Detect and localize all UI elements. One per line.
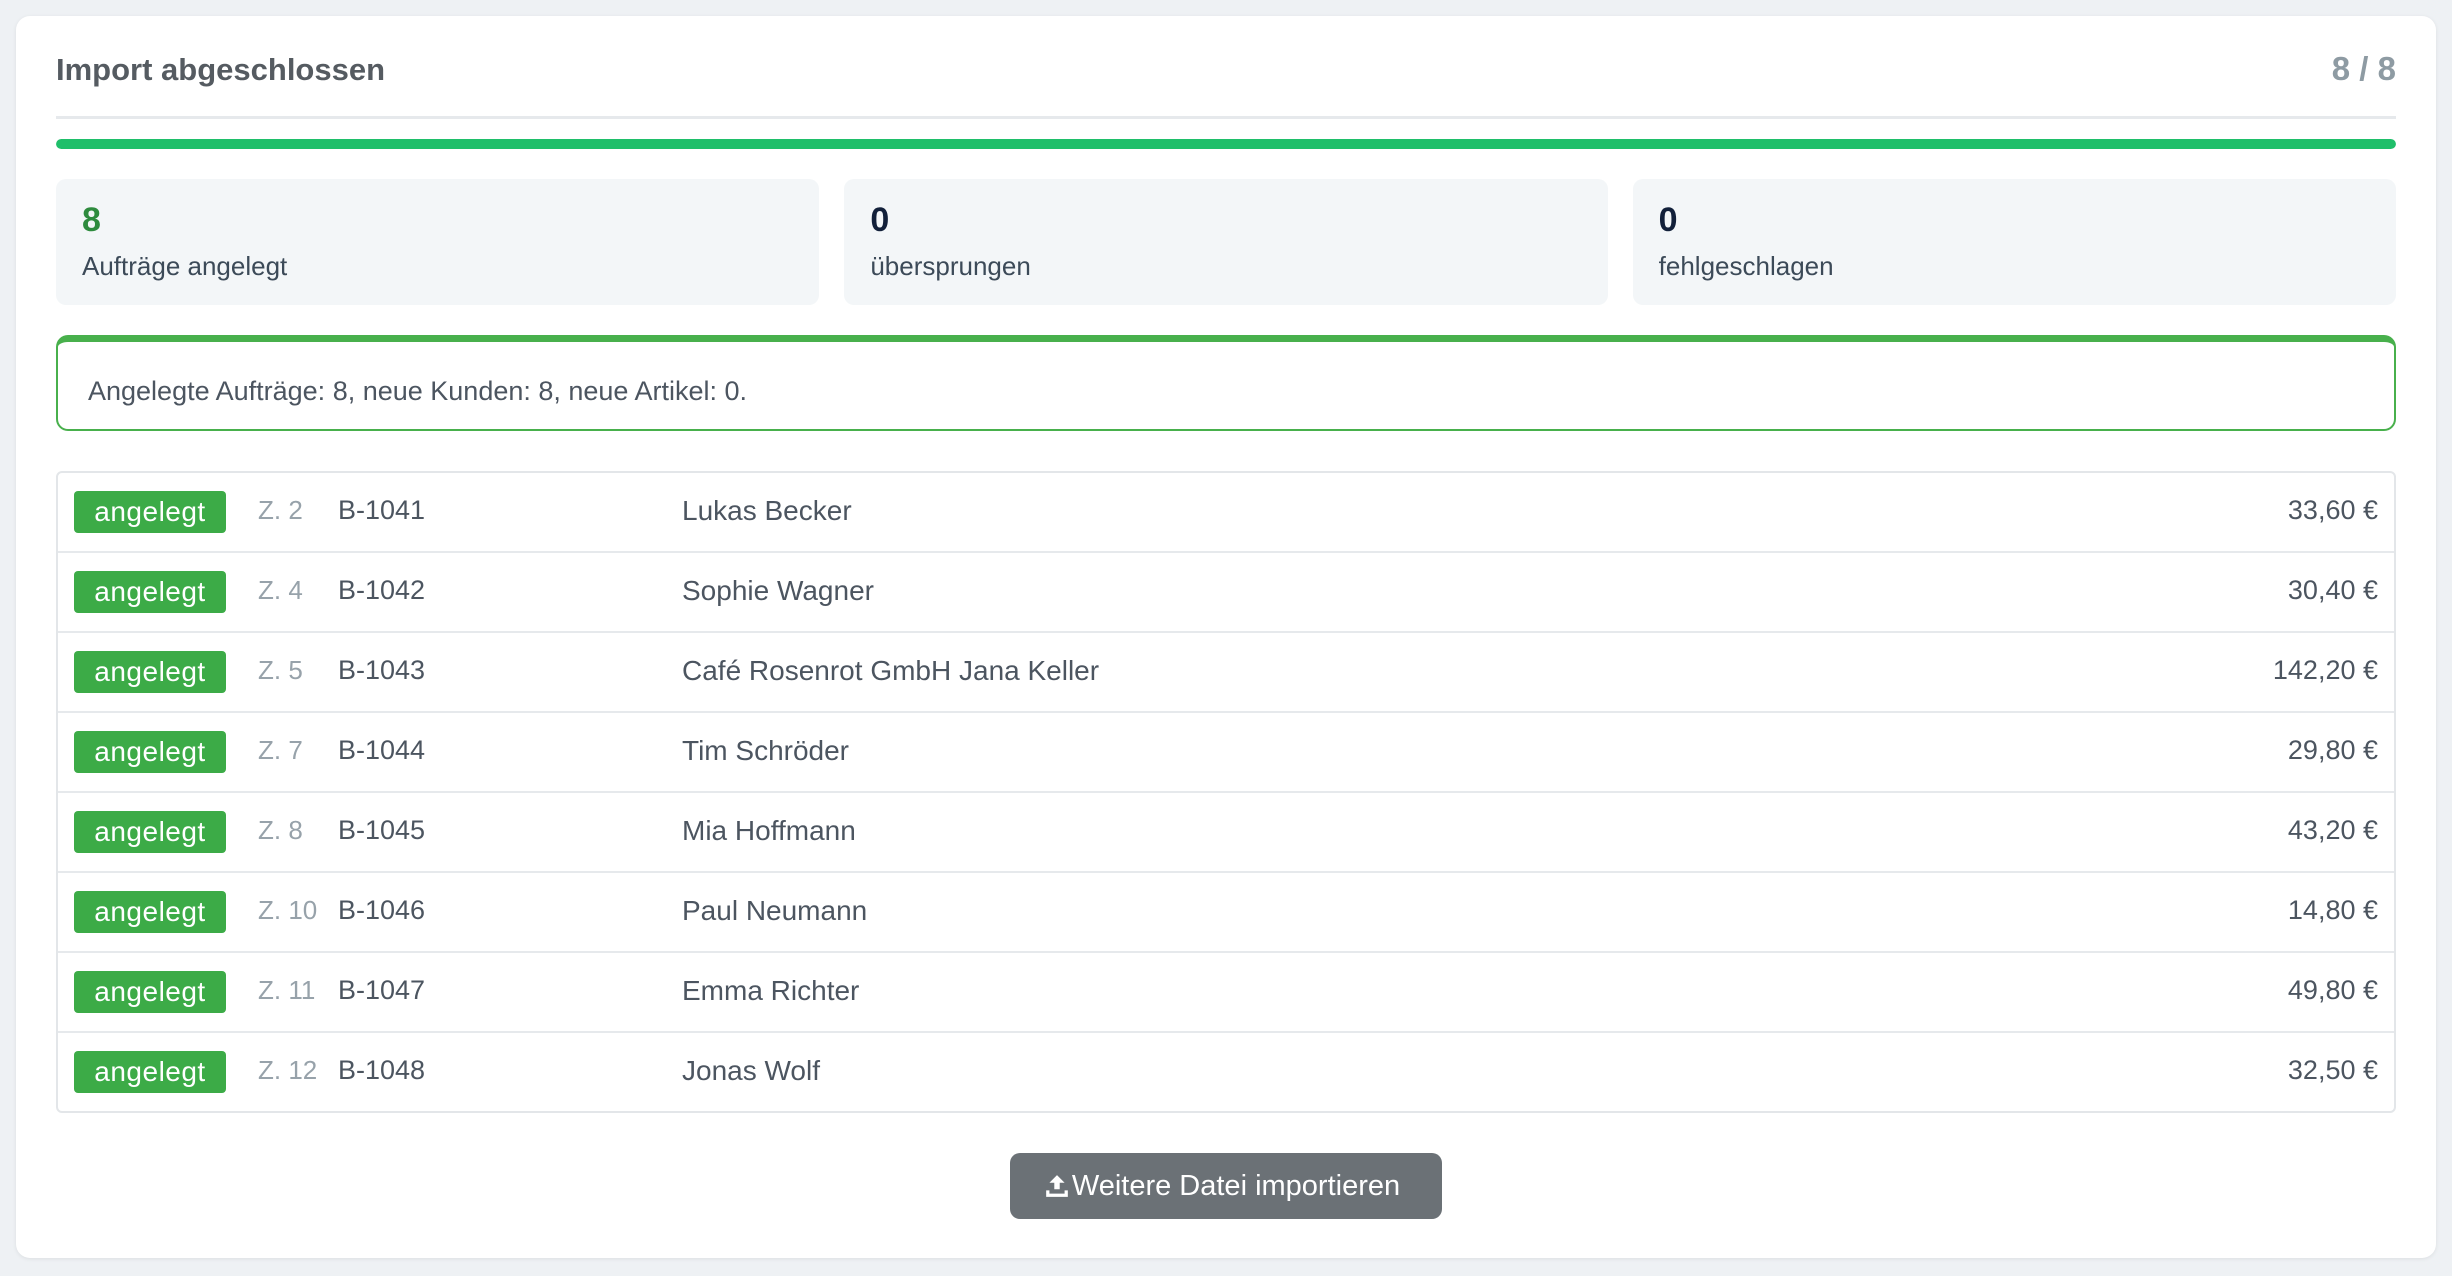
import-another-file-label: Weitere Datei importieren bbox=[1071, 1170, 1401, 1202]
stat-failed: 0 fehlgeschlagen bbox=[1632, 179, 2396, 305]
page-title: Import abgeschlossen bbox=[56, 52, 386, 87]
success-alert: Angelegte Aufträge: 8, neue Kunden: 8, n… bbox=[56, 335, 2396, 431]
customer-name: Sophie Wagner bbox=[682, 575, 874, 606]
customer-name: Jonas Wolf bbox=[682, 1055, 820, 1086]
status-badge: angelegt bbox=[74, 891, 226, 933]
customer-name: Tim Schröder bbox=[682, 735, 850, 766]
order-amount: 32,50 € bbox=[2287, 1055, 2378, 1085]
order-number: B-1042 bbox=[338, 575, 426, 605]
button-area: Weitere Datei importieren bbox=[56, 1113, 2396, 1237]
customer-name: Paul Neumann bbox=[682, 895, 868, 926]
order-number: B-1044 bbox=[338, 735, 426, 765]
stats-row: 8 Aufträge angelegt 0 übersprungen 0 feh… bbox=[56, 179, 2396, 305]
order-number: B-1045 bbox=[338, 815, 426, 845]
status-badge: angelegt bbox=[74, 651, 226, 693]
order-amount: 33,60 € bbox=[2287, 495, 2378, 525]
card-header: Import abgeschlossen 8 / 8 bbox=[56, 16, 2396, 119]
upload-icon bbox=[1046, 1175, 1068, 1197]
stat-skipped-value: 0 bbox=[870, 201, 890, 239]
table-row: angelegt Z. 12 B-1048 Jonas Wolf 32,50 € bbox=[58, 1033, 2394, 1111]
row-line-number: Z. 8 bbox=[258, 815, 303, 845]
order-amount: 29,80 € bbox=[2287, 735, 2378, 765]
status-badge: angelegt bbox=[74, 571, 226, 613]
customer-name: Emma Richter bbox=[682, 975, 860, 1006]
customer-name: Café Rosenrot GmbH Jana Keller bbox=[682, 655, 1100, 686]
order-amount: 14,80 € bbox=[2287, 895, 2378, 925]
stat-failed-value: 0 bbox=[1658, 201, 1678, 239]
status-badge: angelegt bbox=[74, 811, 226, 853]
import-progress-bar bbox=[56, 139, 2396, 149]
stat-created-value: 8 bbox=[82, 201, 101, 239]
status-badge: angelegt bbox=[74, 731, 226, 773]
table-row: angelegt Z. 8 B-1045 Mia Hoffmann 43,20 … bbox=[58, 793, 2394, 873]
order-amount: 30,40 € bbox=[2287, 575, 2378, 605]
order-number: B-1043 bbox=[338, 655, 426, 685]
table-row: angelegt Z. 7 B-1044 Tim Schröder 29,80 … bbox=[58, 713, 2394, 793]
stat-failed-label: fehlgeschlagen bbox=[1658, 251, 1834, 281]
row-line-number: Z. 7 bbox=[258, 735, 303, 765]
table-row: angelegt Z. 5 B-1043 Café Rosenrot GmbH … bbox=[58, 633, 2394, 713]
order-number: B-1041 bbox=[338, 495, 426, 525]
stat-created: 8 Aufträge angelegt bbox=[56, 179, 820, 305]
import-another-file-button[interactable]: Weitere Datei importieren bbox=[1010, 1153, 1442, 1219]
order-amount: 43,20 € bbox=[2287, 815, 2378, 845]
table-row: angelegt Z. 11 B-1047 Emma Richter 49,80… bbox=[58, 953, 2394, 1033]
table-row: angelegt Z. 10 B-1046 Paul Neumann 14,80… bbox=[58, 873, 2394, 953]
row-line-number: Z. 4 bbox=[258, 575, 303, 605]
row-line-number: Z. 2 bbox=[258, 495, 303, 525]
customer-name: Mia Hoffmann bbox=[682, 815, 856, 846]
order-amount: 142,20 € bbox=[2272, 655, 2378, 685]
success-alert-text: Angelegte Aufträge: 8, neue Kunden: 8, n… bbox=[88, 376, 747, 406]
status-badge: angelegt bbox=[74, 971, 226, 1013]
stat-skipped: 0 übersprungen bbox=[844, 179, 1608, 305]
import-count: 8 / 8 bbox=[2331, 50, 2396, 87]
stat-skipped-label: übersprungen bbox=[870, 251, 1031, 281]
customer-name: Lukas Becker bbox=[682, 495, 852, 526]
row-line-number: Z. 11 bbox=[258, 975, 316, 1005]
row-line-number: Z. 10 bbox=[258, 895, 318, 925]
row-line-number: Z. 5 bbox=[258, 655, 303, 685]
stat-created-label: Aufträge angelegt bbox=[82, 251, 288, 281]
status-badge: angelegt bbox=[74, 1051, 226, 1093]
table-row: angelegt Z. 2 B-1041 Lukas Becker 33,60 … bbox=[58, 473, 2394, 553]
row-line-number: Z. 12 bbox=[258, 1055, 318, 1085]
status-badge: angelegt bbox=[74, 491, 226, 533]
table-row: angelegt Z. 4 B-1042 Sophie Wagner 30,40… bbox=[58, 553, 2394, 633]
card-content: Import abgeschlossen 8 / 8 8 Aufträge an… bbox=[56, 16, 2396, 1237]
import-result-card: Import abgeschlossen 8 / 8 8 Aufträge an… bbox=[16, 16, 2436, 1258]
order-number: B-1048 bbox=[338, 1055, 426, 1085]
result-table: angelegt Z. 2 B-1041 Lukas Becker 33,60 … bbox=[56, 471, 2396, 1113]
order-number: B-1046 bbox=[338, 895, 426, 925]
order-amount: 49,80 € bbox=[2287, 975, 2378, 1005]
progress-fill bbox=[56, 139, 2396, 149]
order-number: B-1047 bbox=[338, 975, 426, 1005]
